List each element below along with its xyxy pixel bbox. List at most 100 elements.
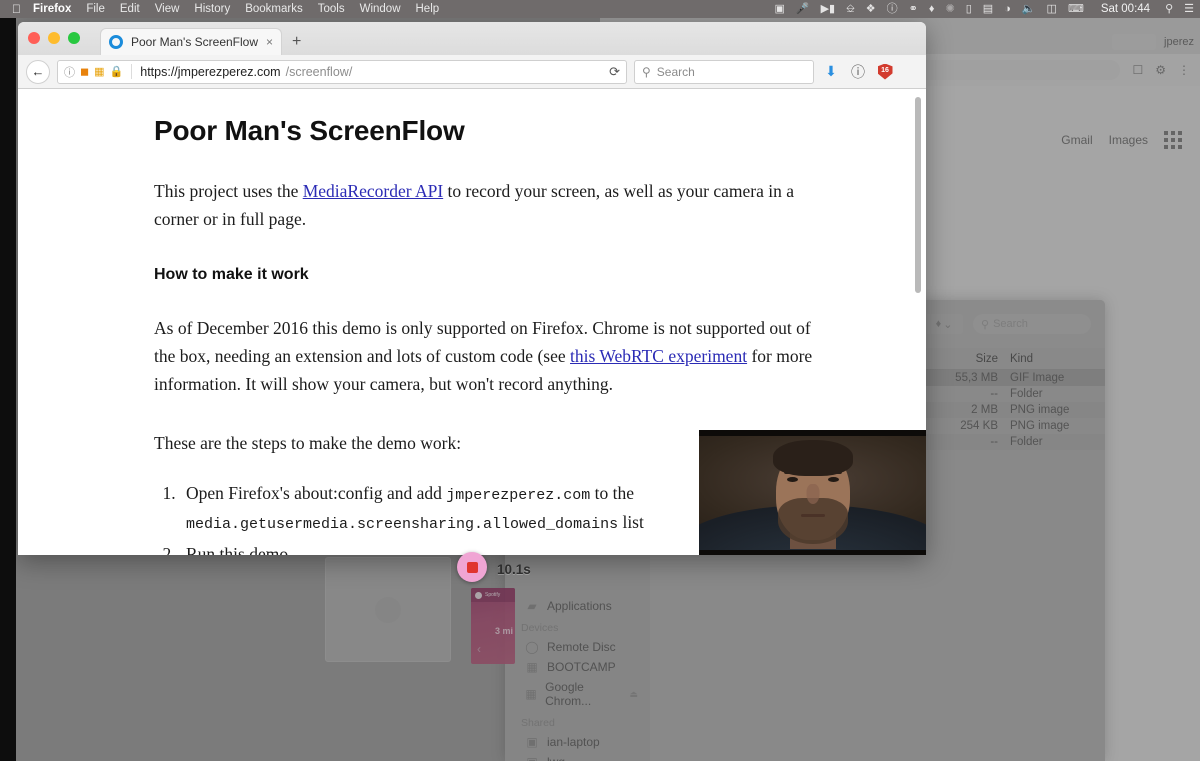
- battery-icon[interactable]: ◫: [1047, 3, 1057, 15]
- search-input[interactable]: ⚲ Search: [634, 59, 814, 84]
- chrome-profile[interactable]: jperez: [1112, 34, 1194, 50]
- google-link-gmail[interactable]: Gmail: [1061, 133, 1092, 147]
- stop-recording-button[interactable]: [457, 552, 487, 582]
- menu-item-history[interactable]: History: [194, 3, 230, 15]
- info-circle-icon[interactable]: ⓘ: [64, 64, 75, 80]
- screen-share-icon[interactable]: ▦: [94, 65, 104, 78]
- disc-icon: ◯: [525, 640, 539, 654]
- step1-code-domain: jmperezperez.com: [446, 487, 591, 505]
- webcam-mouth: [800, 514, 825, 517]
- info-circle-icon[interactable]: ⓘ: [887, 3, 898, 15]
- drive-icon: ▦: [525, 687, 537, 701]
- keyboard-icon[interactable]: ⌨: [1068, 3, 1084, 15]
- menu-item-bookmarks[interactable]: Bookmarks: [245, 3, 303, 15]
- minimize-window-button[interactable]: [48, 32, 60, 44]
- sidebar-item-google-chrome[interactable]: ▦ Google Chrom... ⏏: [505, 677, 650, 711]
- firefox-window[interactable]: Poor Man's ScreenFlow × + ← ⓘ ◼ ▦ 🔒 http…: [18, 22, 926, 555]
- firefox-nav-bar[interactable]: ← ⓘ ◼ ▦ 🔒 https://jmperezperez.com/scree…: [18, 55, 926, 89]
- mediarecorder-api-link[interactable]: MediaRecorder API: [303, 181, 443, 201]
- back-button[interactable]: ←: [26, 59, 50, 84]
- chrome-profile-label: jperez: [1164, 36, 1194, 48]
- maximize-window-button[interactable]: [68, 32, 80, 44]
- sidebar-item-lwg[interactable]: ▣ lwg: [505, 752, 650, 761]
- shield-badge-count: 16: [877, 63, 893, 80]
- apple-icon[interactable]: : [12, 3, 21, 15]
- padlock-icon[interactable]: 🔒: [110, 65, 124, 78]
- search-icon[interactable]: ⚲: [1165, 3, 1173, 15]
- tracking-shield-icon[interactable]: 16: [875, 63, 895, 80]
- page-scrollbar[interactable]: [915, 97, 921, 293]
- sidebar-item-applications[interactable]: ▰ Applications: [505, 596, 650, 616]
- apps-grid-icon[interactable]: [1164, 131, 1182, 149]
- finder-search-input[interactable]: ⚲ Search: [973, 314, 1091, 334]
- cell-kind: PNG image: [1010, 404, 1070, 416]
- column-header-kind[interactable]: Kind: [1010, 353, 1105, 365]
- sidebar-item-bootcamp[interactable]: ▦ BOOTCAMP: [505, 657, 650, 677]
- reload-icon[interactable]: ⟳: [609, 64, 620, 80]
- microphone-icon[interactable]: 🎤: [796, 3, 810, 15]
- spotify-icon: [475, 591, 482, 599]
- search-icon: ⚲: [642, 64, 651, 79]
- sidebar-label-remote-disc: Remote Disc: [547, 640, 616, 654]
- menu-item-window[interactable]: Window: [360, 3, 401, 15]
- menu-bar-clock[interactable]: Sat 00:44: [1101, 3, 1150, 15]
- intro-pre: This project uses the: [154, 181, 303, 201]
- cell-size: 254 KB: [960, 420, 998, 432]
- menu-item-edit[interactable]: Edit: [120, 3, 140, 15]
- volume-icon[interactable]: 🔈: [1022, 3, 1036, 15]
- spotify-web-player-card[interactable]: ♫ Spotify Web Player: [325, 538, 451, 662]
- google-header-links[interactable]: Gmail Images: [1061, 131, 1182, 149]
- cell-size: --: [990, 436, 998, 448]
- webcam-preview: [699, 430, 926, 555]
- webcam-letterbox-bottom: [699, 550, 926, 555]
- notification-center-icon[interactable]: ☰: [1184, 3, 1194, 15]
- display-icon[interactable]: ▤: [983, 3, 993, 15]
- screen-share-icon[interactable]: ⎒: [846, 3, 855, 15]
- macos-menu-bar[interactable]:  Firefox File Edit View History Bookmar…: [0, 0, 1200, 18]
- menu-item-view[interactable]: View: [155, 3, 180, 15]
- firefox-tab-bar[interactable]: Poor Man's ScreenFlow × +: [18, 22, 926, 55]
- google-link-images[interactable]: Images: [1109, 133, 1148, 147]
- column-header-size[interactable]: Size: [930, 353, 1010, 365]
- eject-icon[interactable]: ⏏: [629, 689, 638, 700]
- webrtc-experiment-link[interactable]: this WebRTC experiment: [570, 346, 747, 366]
- menu-item-help[interactable]: Help: [416, 3, 440, 15]
- bluetooth-icon[interactable]: ✺: [945, 3, 954, 15]
- step1-post: list: [618, 512, 644, 533]
- cast-icon[interactable]: ☐: [1132, 63, 1143, 77]
- creative-cloud-icon[interactable]: ⚭: [909, 3, 918, 15]
- cell-size: 2 MB: [971, 404, 998, 416]
- sidebar-item-remote-disc[interactable]: ◯ Remote Disc: [505, 637, 650, 657]
- menu-item-tools[interactable]: Tools: [318, 3, 345, 15]
- screen-record-icon[interactable]: ▣: [774, 3, 784, 15]
- location-icon[interactable]: ❖: [866, 3, 876, 15]
- menu-item-file[interactable]: File: [86, 3, 105, 15]
- chevron-left-icon[interactable]: ‹: [477, 642, 481, 656]
- three-dot-menu-icon[interactable]: ⋮: [1178, 63, 1190, 77]
- close-icon[interactable]: ×: [266, 35, 273, 49]
- camera-share-icon[interactable]: ◼: [80, 65, 89, 78]
- menu-item-firefox[interactable]: Firefox: [33, 3, 71, 15]
- window-traffic-lights[interactable]: [28, 32, 80, 44]
- hamburger-menu-icon[interactable]: [902, 66, 918, 78]
- download-arrow-icon[interactable]: ⬇: [821, 63, 841, 80]
- video-camera-icon[interactable]: ▶▮: [821, 3, 836, 15]
- drive-icon: ▦: [526, 660, 538, 674]
- extension-icon[interactable]: ⚙: [1155, 63, 1166, 77]
- wifi-icon[interactable]: ◑: [1004, 3, 1011, 15]
- dropbox-icon[interactable]: ♦: [929, 3, 935, 15]
- sidebar-header-devices: Devices: [521, 622, 559, 634]
- step2-text: Run this demo: [186, 543, 289, 555]
- sidebar-label-lwg: lwg: [547, 755, 565, 761]
- spotify-now-playing-card[interactable]: Spotify 3 mi ‹: [471, 588, 515, 664]
- tab-poor-mans-screenflow[interactable]: Poor Man's ScreenFlow ×: [100, 28, 283, 55]
- menu-bar-tray[interactable]: ▣ 🎤 ▶▮ ⎒ ❖ ⓘ ⚭ ♦ ✺ ▯ ▤ ◑ 🔈 ◫ ⌨ Sat 00:44…: [774, 3, 1194, 15]
- airplay-icon[interactable]: ▯: [966, 3, 972, 15]
- new-tab-button[interactable]: +: [292, 34, 301, 50]
- url-bar[interactable]: ⓘ ◼ ▦ 🔒 https://jmperezperez.com/screenf…: [57, 59, 627, 84]
- sidebar-item-ian-laptop[interactable]: ▣ ian-laptop: [505, 732, 650, 752]
- page-info-icon[interactable]: ⓘ: [848, 62, 868, 82]
- close-window-button[interactable]: [28, 32, 40, 44]
- spotify-card-placeholder: [375, 596, 401, 623]
- dropbox-icon[interactable]: ♦ ⌄: [925, 314, 963, 334]
